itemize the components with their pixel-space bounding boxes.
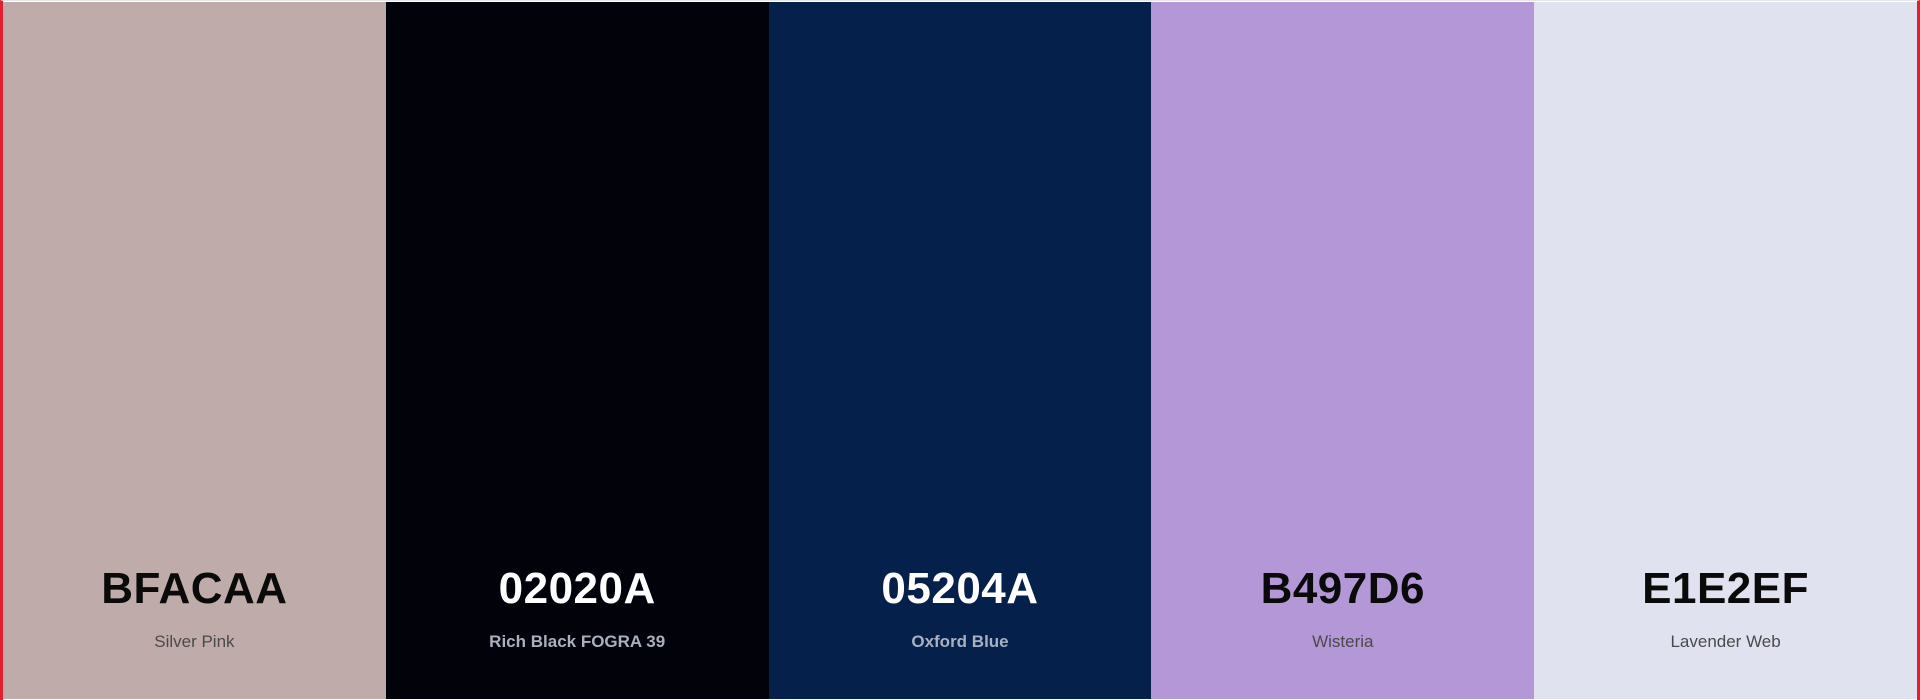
- color-swatch-wisteria[interactable]: B497D6 Wisteria: [1151, 2, 1535, 699]
- color-hex-code[interactable]: 05204A: [769, 565, 1152, 613]
- color-name: Silver Pink: [154, 632, 235, 651]
- color-name: Wisteria: [1312, 632, 1374, 651]
- color-palette: BFACAA Silver Pink 02020A Rich Black FOG…: [0, 0, 1920, 700]
- color-hex-code[interactable]: BFACAA: [3, 565, 386, 613]
- color-swatch-silver-pink[interactable]: BFACAA Silver Pink: [3, 2, 386, 699]
- color-hex-code[interactable]: 02020A: [386, 565, 769, 613]
- color-swatch-oxford-blue[interactable]: 05204A Oxford Blue: [768, 2, 1152, 699]
- color-swatch-rich-black-fogra-39[interactable]: 02020A Rich Black FOGRA 39: [385, 2, 769, 699]
- color-name: Rich Black FOGRA 39: [489, 632, 666, 651]
- color-swatch-lavender-web[interactable]: E1E2EF Lavender Web: [1534, 2, 1917, 699]
- color-hex-code[interactable]: B497D6: [1151, 565, 1534, 613]
- color-name: Lavender Web: [1670, 632, 1781, 651]
- palette-strip: BFACAA Silver Pink 02020A Rich Black FOG…: [3, 2, 1917, 699]
- color-name: Oxford Blue: [911, 632, 1009, 651]
- color-hex-code[interactable]: E1E2EF: [1534, 565, 1917, 613]
